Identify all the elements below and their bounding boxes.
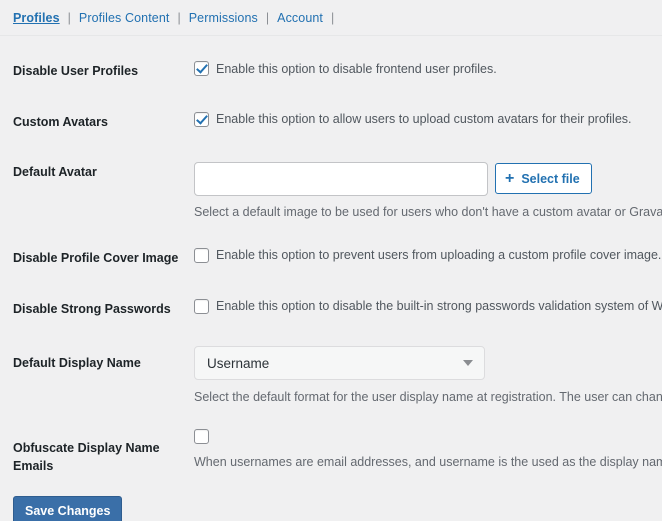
setting-field-disable-profile-cover-image: Enable this option to prevent users from… xyxy=(194,247,662,263)
chevron-down-icon xyxy=(463,360,473,367)
obfuscate-display-name-emails-checkbox[interactable] xyxy=(194,428,209,444)
setting-row-disable-user-profiles: Disable User Profiles Enable this option… xyxy=(0,36,662,81)
setting-field-custom-avatars: Enable this option to allow users to upl… xyxy=(194,111,662,127)
setting-field-obfuscate-display-name-emails: When usernames are email addresses, and … xyxy=(194,428,662,472)
tab-profiles-content[interactable]: Profiles Content xyxy=(79,11,170,25)
custom-avatars-checkbox[interactable] xyxy=(194,111,209,127)
settings-tab-bar: Profiles | Profiles Content | Permission… xyxy=(0,0,662,36)
setting-field-disable-strong-passwords: Enable this option to disable the built-… xyxy=(194,298,662,314)
default-display-name-select-value: Username xyxy=(207,355,270,371)
default-avatar-input[interactable] xyxy=(194,161,488,196)
setting-label-default-display-name: Default Display Name xyxy=(13,356,141,371)
setting-label-disable-strong-passwords: Disable Strong Passwords xyxy=(13,301,171,316)
tab-separator: | xyxy=(331,10,335,25)
tab-account[interactable]: Account xyxy=(277,11,323,25)
custom-avatars-checkbox-label: Enable this option to allow users to upl… xyxy=(216,112,632,127)
default-display-name-select[interactable]: Username xyxy=(194,346,485,381)
setting-field-default-avatar: + Select file Select a default image to … xyxy=(194,161,662,222)
disable-user-profiles-checkbox[interactable] xyxy=(194,61,209,76)
disable-user-profiles-checkbox-label: Enable this option to disable frontend u… xyxy=(216,61,497,76)
setting-label-custom-avatars: Custom Avatars xyxy=(13,114,108,129)
disable-strong-passwords-checkbox-row[interactable]: Enable this option to disable the built-… xyxy=(194,298,662,314)
setting-row-default-avatar: Default Avatar + Select file Select a de… xyxy=(0,132,662,222)
setting-row-custom-avatars: Custom Avatars Enable this option to all… xyxy=(0,81,662,132)
disable-profile-cover-image-checkbox[interactable] xyxy=(194,247,209,263)
custom-avatars-checkbox-row[interactable]: Enable this option to allow users to upl… xyxy=(194,111,662,127)
plus-icon: + xyxy=(505,169,515,187)
disable-strong-passwords-checkbox-label: Enable this option to disable the built-… xyxy=(216,299,662,314)
tab-profiles[interactable]: Profiles xyxy=(13,11,60,25)
select-file-button[interactable]: + Select file xyxy=(495,163,592,194)
setting-row-disable-strong-passwords: Disable Strong Passwords Enable this opt… xyxy=(0,268,662,319)
setting-field-disable-user-profiles: Enable this option to disable frontend u… xyxy=(194,61,662,76)
disable-strong-passwords-checkbox[interactable] xyxy=(194,298,209,314)
setting-row-obfuscate-display-name-emails: Obfuscate Display Name Emails When usern… xyxy=(0,408,662,476)
select-file-button-label: Select file xyxy=(521,171,580,186)
setting-label-disable-user-profiles: Disable User Profiles xyxy=(13,64,139,78)
form-actions: Save Changes xyxy=(0,475,662,521)
disable-profile-cover-image-checkbox-label: Enable this option to prevent users from… xyxy=(216,248,662,263)
default-display-name-description: Select the default format for the user d… xyxy=(194,390,662,405)
setting-row-disable-profile-cover-image: Disable Profile Cover Image Enable this … xyxy=(0,222,662,268)
disable-profile-cover-image-checkbox-row[interactable]: Enable this option to prevent users from… xyxy=(194,247,662,263)
setting-label-disable-profile-cover-image: Disable Profile Cover Image xyxy=(13,250,179,265)
tab-permissions[interactable]: Permissions xyxy=(189,11,258,25)
obfuscate-display-name-emails-description: When usernames are email addresses, and … xyxy=(194,454,662,469)
tab-separator: | xyxy=(67,10,71,25)
settings-form: Disable User Profiles Enable this option… xyxy=(0,36,662,521)
setting-label-default-avatar: Default Avatar xyxy=(13,164,97,179)
tab-separator: | xyxy=(177,10,181,25)
setting-row-default-display-name: Default Display Name Username Select the… xyxy=(0,318,662,407)
default-avatar-input-group: + Select file xyxy=(194,161,662,196)
setting-field-default-display-name: Username Select the default format for t… xyxy=(194,346,662,407)
default-avatar-description: Select a default image to be used for us… xyxy=(194,204,662,219)
tab-separator: | xyxy=(265,10,270,25)
setting-label-obfuscate-display-name-emails: Obfuscate Display Name Emails xyxy=(13,440,160,473)
disable-user-profiles-checkbox-row[interactable]: Enable this option to disable frontend u… xyxy=(194,61,662,76)
save-changes-button[interactable]: Save Changes xyxy=(13,496,123,521)
